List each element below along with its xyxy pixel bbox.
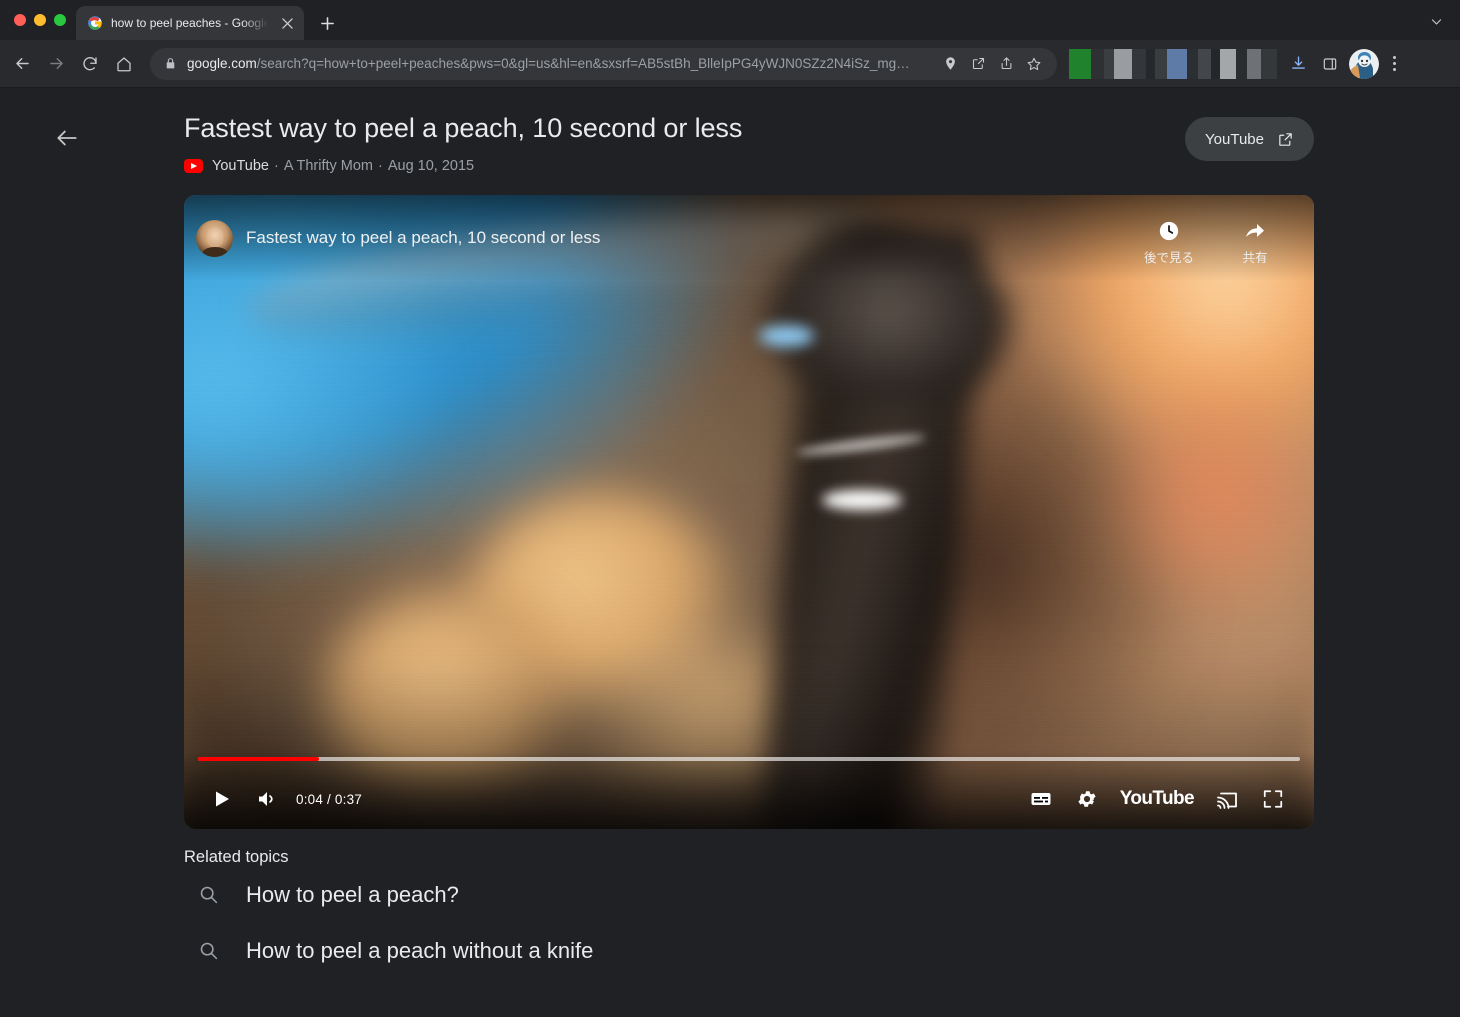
volume-button[interactable] <box>244 776 290 822</box>
page-back-button[interactable] <box>48 119 86 157</box>
list-item[interactable]: How to peel a peach without a knife <box>184 923 1314 979</box>
url-path: /search?q=how+to+peel+peaches&pws=0&gl=u… <box>256 56 910 71</box>
window-traffic-lights <box>10 0 76 40</box>
watch-later-clock-icon <box>1157 219 1181 243</box>
search-icon <box>198 884 220 906</box>
meta-separator-2: · <box>378 158 383 174</box>
player-top-overlay: Fastest way to peel a peach, 10 second o… <box>184 195 1314 281</box>
video-player[interactable]: Fastest way to peel a peach, 10 second o… <box>184 195 1314 829</box>
share-button[interactable]: 共有 <box>1226 219 1284 266</box>
open-in-new-icon[interactable] <box>965 51 991 77</box>
youtube-wordmark[interactable]: YouTube <box>1110 788 1204 810</box>
reload-button[interactable] <box>74 48 106 80</box>
google-icon <box>87 15 103 31</box>
result-panel: YouTube Fastest way to peel a peach, 10 … <box>184 111 1314 979</box>
video-frame <box>184 195 1314 829</box>
tab-search-button[interactable] <box>1426 11 1446 31</box>
related-topic-label: How to peel a peach without a knife <box>246 938 594 963</box>
open-in-new-icon <box>1277 131 1294 148</box>
new-tab-button[interactable] <box>313 9 341 37</box>
play-button[interactable] <box>198 776 244 822</box>
maximize-window-button[interactable] <box>54 14 66 26</box>
video-overlay-title[interactable]: Fastest way to peel a peach, 10 second o… <box>246 228 600 248</box>
channel-name: A Thrifty Mom <box>283 158 373 174</box>
channel-avatar[interactable] <box>196 219 233 257</box>
youtube-icon <box>184 159 203 173</box>
progress-bar[interactable] <box>198 757 1300 761</box>
browser-toolbar: google.com/search?q=how+to+peel+peaches&… <box>0 40 1460 88</box>
tab-title: how to peel peaches - Google S <box>111 16 270 30</box>
progress-track <box>198 757 1300 761</box>
forward-button[interactable] <box>40 48 72 80</box>
related-topic-label: How to peel a peach? <box>246 882 459 907</box>
open-in-youtube-label: YouTube <box>1205 130 1264 148</box>
fullscreen-icon[interactable] <box>1250 776 1296 822</box>
location-pin-icon[interactable] <box>937 51 963 77</box>
bookmark-star-icon[interactable] <box>1021 51 1047 77</box>
share-arrow-icon <box>1243 219 1267 243</box>
close-tab-button[interactable] <box>278 14 296 32</box>
watch-later-label: 後で見る <box>1143 249 1194 265</box>
close-window-button[interactable] <box>14 14 26 26</box>
tab-strip: how to peel peaches - Google S <box>0 0 1460 40</box>
page-title: Fastest way to peel a peach, 10 second o… <box>184 113 743 143</box>
share-label: 共有 <box>1242 249 1268 265</box>
home-button[interactable] <box>108 48 140 80</box>
source-name: YouTube <box>212 158 269 174</box>
page-content: YouTube Fastest way to peel a peach, 10 … <box>0 89 1460 1017</box>
publish-date: Aug 10, 2015 <box>387 158 475 174</box>
search-icon <box>198 940 220 962</box>
player-controls: 0:04 / 0:37 YouTube <box>184 751 1314 829</box>
address-bar[interactable]: google.com/search?q=how+to+peel+peaches&… <box>150 47 1057 80</box>
settings-gear-icon[interactable] <box>1064 776 1110 822</box>
lock-icon <box>164 57 178 70</box>
browser-tab[interactable]: how to peel peaches - Google S <box>76 6 304 40</box>
minimize-window-button[interactable] <box>34 14 46 26</box>
time-display: 0:04 / 0:37 <box>296 791 363 807</box>
profile-avatar[interactable] <box>1349 48 1379 79</box>
browser-window: how to peel peaches - Google S google.co… <box>0 0 1460 1017</box>
open-in-youtube-button[interactable]: YouTube <box>1185 117 1314 161</box>
redacted-extension-icons <box>1069 48 1277 79</box>
progress-fill <box>198 757 320 761</box>
meta-separator-1: · <box>273 158 279 174</box>
cast-icon[interactable] <box>1204 776 1250 822</box>
result-metadata: YouTube · A Thrifty Mom · Aug 10, 2015 <box>184 158 1314 174</box>
three-dot-menu[interactable] <box>1381 49 1407 79</box>
back-button[interactable] <box>6 48 38 80</box>
side-panel-icon[interactable] <box>1315 49 1345 79</box>
list-item[interactable]: How to peel a peach? <box>184 867 1314 923</box>
download-icon[interactable] <box>1283 49 1313 79</box>
url-text: google.com/search?q=how+to+peel+peaches&… <box>187 56 935 71</box>
watch-later-button[interactable]: 後で見る <box>1140 219 1198 266</box>
captions-icon[interactable] <box>1018 776 1064 822</box>
related-topics-heading: Related topics <box>184 848 289 866</box>
share-icon[interactable] <box>993 51 1019 77</box>
url-host: google.com <box>187 56 257 71</box>
